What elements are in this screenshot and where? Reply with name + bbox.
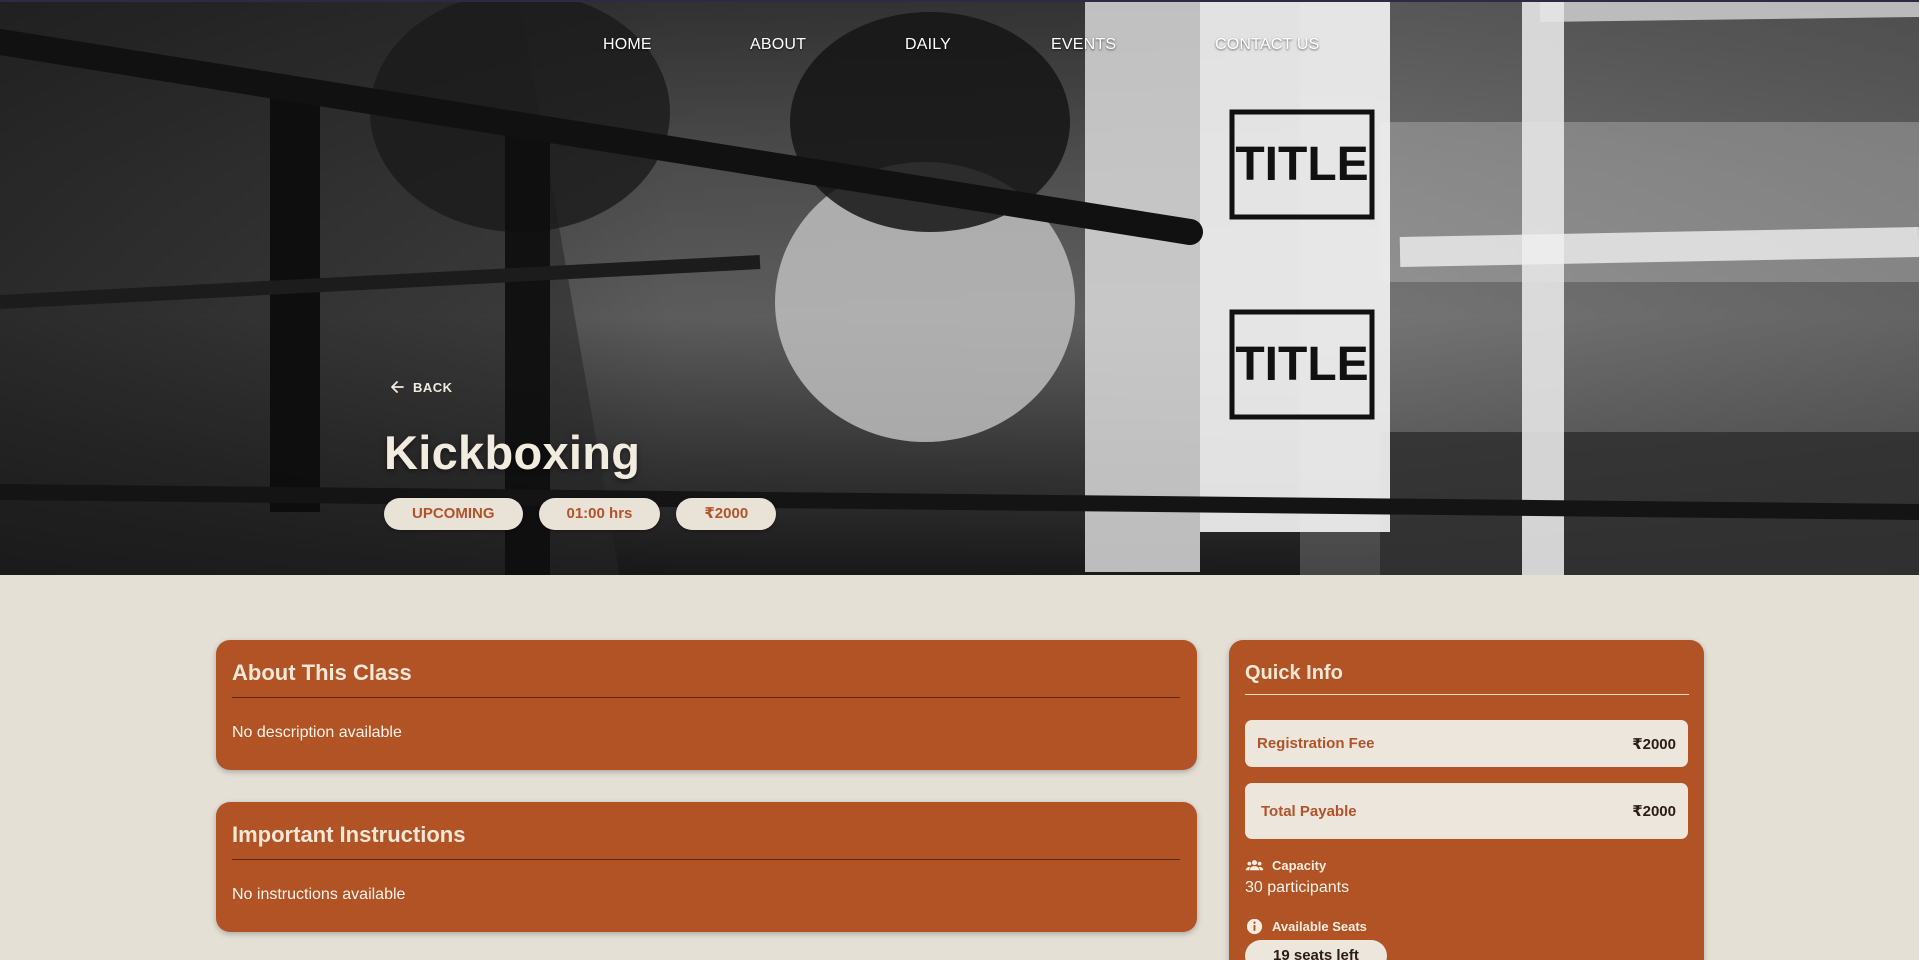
divider <box>1245 694 1689 695</box>
instructions-heading: Important Instructions <box>232 822 466 847</box>
nav-about[interactable]: ABOUT <box>750 35 806 55</box>
hero-background-photo: TITLE TITLE <box>0 2 1919 575</box>
page-title: Kickboxing <box>384 426 641 479</box>
available-seats-heading: Available Seats <box>1245 917 1367 936</box>
nav-daily[interactable]: DAILY <box>905 35 951 55</box>
info-icon <box>1246 918 1263 935</box>
about-heading: About This Class <box>232 660 412 685</box>
quick-info-card: Quick Info Registration Fee ₹2000 Total … <box>1229 640 1704 960</box>
registration-fee-label: Registration Fee <box>1257 735 1375 752</box>
nav-contact-us[interactable]: CONTACT US <box>1215 35 1320 55</box>
quick-info-heading: Quick Info <box>1245 662 1343 684</box>
arrow-left-icon <box>391 381 404 393</box>
people-icon <box>1245 860 1264 871</box>
total-payable-label: Total Payable <box>1261 802 1357 820</box>
capacity-value: 30 participants <box>1245 879 1350 896</box>
status-badge: UPCOMING <box>384 498 523 530</box>
about-class-card: About This Class No description availabl… <box>216 640 1197 770</box>
available-seats-label: Available Seats <box>1272 919 1367 934</box>
main-nav: HOME ABOUT DAILY EVENTS CONTACT US <box>0 35 1919 57</box>
total-payable-row: Total Payable ₹2000 <box>1245 783 1688 839</box>
capacity-label: Capacity <box>1272 858 1327 873</box>
nav-home[interactable]: HOME <box>603 35 652 55</box>
instructions-card: Important Instructions No instructions a… <box>216 802 1197 932</box>
about-body: No description available <box>232 724 402 741</box>
nav-events[interactable]: EVENTS <box>1051 35 1116 55</box>
back-label: BACK <box>413 379 453 395</box>
back-button[interactable]: BACK <box>389 379 453 395</box>
capacity-heading: Capacity <box>1245 856 1326 875</box>
available-seats-badge: 19 seats left <box>1245 940 1387 960</box>
duration-badge: 01:00 hrs <box>538 498 661 530</box>
registration-fee-row: Registration Fee ₹2000 <box>1245 720 1688 767</box>
instructions-body: No instructions available <box>232 886 406 903</box>
svg-text:TITLE: TITLE <box>1235 138 1368 191</box>
class-chips: UPCOMING 01:00 hrs ₹2000 <box>384 498 777 530</box>
price-badge: ₹2000 <box>676 498 777 530</box>
svg-text:TITLE: TITLE <box>1235 338 1368 391</box>
hero-banner: TITLE TITLE HOME ABOUT DAILY EVENTS CONT… <box>0 0 1919 575</box>
registration-fee-value: ₹2000 <box>1632 735 1676 753</box>
total-payable-value: ₹2000 <box>1632 803 1676 820</box>
